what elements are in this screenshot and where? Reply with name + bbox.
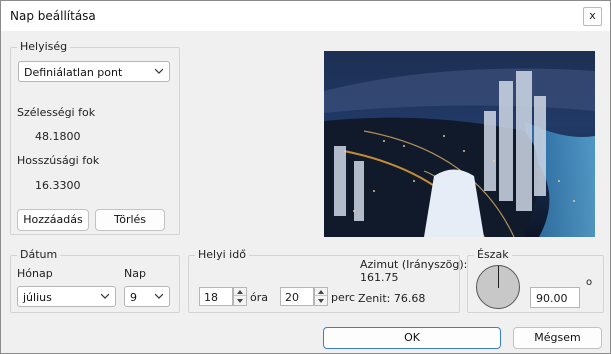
city-night-photo-graphic [324,51,595,237]
hour-spinner[interactable] [233,287,247,306]
city-night-photo [324,51,595,237]
location-select[interactable]: Definiálatlan pont [18,61,170,82]
north-legend: Észak [474,248,512,261]
north-angle-input[interactable]: 90.00 [530,287,580,308]
title-bar: Nap beállítása x [1,1,610,31]
azimuth-value: 161.75 [360,271,399,284]
chevron-down-icon [155,293,163,299]
location-select-value: Definiálatlan pont [24,66,123,79]
month-label: Hónap [17,267,53,280]
chevron-down-icon [101,293,109,299]
minute-up-button[interactable] [315,288,327,296]
latitude-value: 48.1800 [35,130,81,143]
day-select[interactable]: 9 [124,286,170,307]
close-button[interactable]: x [583,7,602,26]
azimuth-label: Azimut (Irányszög): [360,258,468,271]
location-legend: Helyiség [17,40,71,53]
delete-location-button[interactable]: Törlés [95,209,165,231]
sun-settings-dialog: Nap beállítása x Helyiség Definiálatlan … [0,0,611,354]
north-dial[interactable] [476,265,520,309]
minute-unit: perc [331,291,356,304]
arrow-up-icon [318,290,324,294]
window-title: Nap beállítása [10,9,96,23]
hour-value: 18 [204,291,218,304]
day-select-value: 9 [130,291,137,304]
hour-down-button[interactable] [234,297,246,305]
arrow-down-icon [237,299,243,303]
month-select-value: július [23,291,52,304]
chevron-down-icon [155,68,163,74]
local-time-legend: Helyi idő [195,248,249,261]
north-angle-value: 90.00 [536,292,568,305]
longitude-label: Hosszúsági fok [17,154,100,167]
close-icon: x [589,9,596,22]
degree-unit: o [586,277,593,288]
hour-up-button[interactable] [234,288,246,296]
ok-button[interactable]: OK [323,327,501,349]
longitude-value: 16.3300 [35,179,81,192]
hour-unit: óra [250,291,268,304]
cancel-button[interactable]: Mégsem [513,327,602,349]
arrow-down-icon [318,299,324,303]
date-legend: Dátum [17,248,61,261]
minute-spinner[interactable] [314,287,328,306]
add-location-button[interactable]: Hozzáadás [17,209,89,231]
day-label: Nap [124,267,146,280]
minute-value: 20 [285,291,299,304]
hour-input[interactable]: 18 [199,287,233,306]
month-select[interactable]: július [17,286,116,307]
latitude-label: Szélességi fok [17,106,96,119]
minute-input[interactable]: 20 [280,287,314,306]
north-needle [498,266,499,288]
minute-down-button[interactable] [315,297,327,305]
arrow-up-icon [237,290,243,294]
zenith-readout: Zenit: 76.68 [358,292,426,305]
